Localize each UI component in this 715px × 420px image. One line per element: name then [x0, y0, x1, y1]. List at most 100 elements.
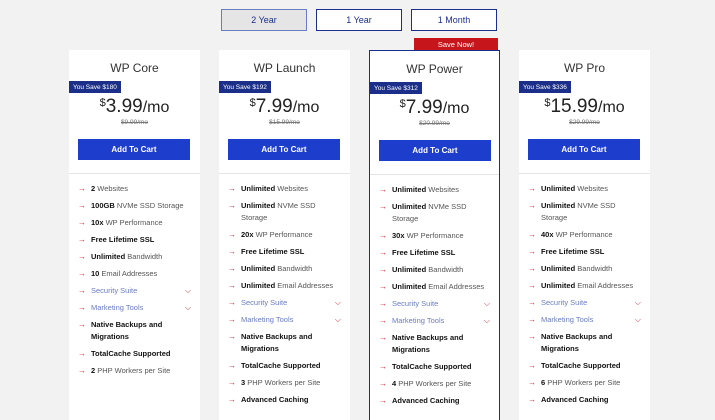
arrow-right-icon: → [379, 248, 387, 257]
feature-item: → TotalCache Supported [228, 360, 341, 372]
feature-item: → 30x WP Performance [379, 230, 490, 242]
feature-list: → Unlimited Websites → Unlimited NVMe SSD S… [228, 183, 341, 411]
feature-highlight: Advanced Caching [241, 395, 309, 404]
arrow-right-icon: → [228, 315, 236, 324]
feature-toggle-label: Security Suite [241, 298, 288, 307]
arrow-right-icon: → [78, 201, 86, 210]
feature-highlight: Native Backups and Migrations [241, 332, 313, 353]
feature-item: → Advanced Caching [228, 394, 341, 406]
feature-highlight: 20x [241, 230, 254, 239]
arrow-right-icon: → [228, 247, 236, 256]
arrow-right-icon: → [379, 231, 387, 240]
feature-item: → Unlimited Websites [528, 183, 641, 195]
add-to-cart-button[interactable]: Add To Cart [78, 139, 190, 160]
feature-highlight: Unlimited [241, 201, 276, 210]
feature-toggle[interactable]: → Security Suite ⌵ [228, 297, 341, 309]
feature-item: → Unlimited Email Addresses [379, 281, 490, 293]
arrow-right-icon: → [78, 235, 86, 244]
arrow-right-icon: → [379, 362, 387, 371]
arrow-right-icon: → [528, 315, 536, 324]
arrow-right-icon: → [228, 332, 236, 341]
feature-toggle[interactable]: → Marketing Tools ⌵ [228, 314, 341, 326]
arrow-right-icon: → [228, 281, 236, 290]
feature-highlight: 30x [392, 231, 405, 240]
feature-item: → Native Backups and Migrations [528, 331, 641, 355]
plan-card: WP Launch You Save $192 $7.99/mo $15.99/… [219, 50, 350, 420]
feature-item: → 2 PHP Workers per Site [78, 365, 191, 377]
arrow-right-icon: → [78, 366, 86, 375]
arrow-right-icon: → [228, 378, 236, 387]
arrow-right-icon: → [379, 379, 387, 388]
feature-highlight: Unlimited [392, 185, 427, 194]
feature-item: → Native Backups and Migrations [379, 332, 490, 356]
feature-toggle-label: Marketing Tools [91, 303, 144, 312]
feature-item: → 6 PHP Workers per Site [528, 377, 641, 389]
feature-highlight: TotalCache Supported [241, 361, 321, 370]
feature-item: → 10x WP Performance [78, 217, 191, 229]
feature-item: → Free Lifetime SSL [528, 246, 641, 258]
arrow-right-icon: → [228, 264, 236, 273]
arrow-right-icon: → [78, 269, 86, 278]
arrow-right-icon: → [379, 299, 387, 308]
chevron-down-icon[interactable]: ⌵ [484, 298, 490, 310]
plan-card: WP Power You Save $312 $7.99/mo $20.99/m… [369, 50, 500, 420]
feature-highlight: 40x [541, 230, 554, 239]
feature-toggle[interactable]: → Security Suite ⌵ [528, 297, 641, 309]
feature-toggle[interactable]: → Marketing Tools ⌵ [78, 302, 191, 314]
add-to-cart-button[interactable]: Add To Cart [528, 139, 640, 160]
feature-item: → Unlimited NVMe SSD Storage [228, 200, 341, 224]
add-to-cart-button[interactable]: Add To Cart [379, 140, 491, 161]
feature-highlight: Native Backups and Migrations [541, 332, 613, 353]
term-tabs: 2 Year 1 Year 1 Month [221, 9, 506, 31]
feature-toggle-label: Marketing Tools [241, 315, 294, 324]
feature-text: Websites [95, 184, 128, 193]
chevron-down-icon[interactable]: ⌵ [335, 297, 341, 309]
feature-text: Bandwidth [575, 264, 613, 273]
feature-toggle-label: Marketing Tools [392, 316, 445, 325]
feature-text: Email Addresses [575, 281, 634, 290]
feature-highlight: Unlimited [392, 265, 427, 274]
feature-highlight: Advanced Caching [392, 396, 460, 405]
term-tab-2-year[interactable]: 2 Year [221, 9, 307, 31]
feature-item: → 20x WP Performance [228, 229, 341, 241]
feature-text: Websites [575, 184, 608, 193]
arrow-right-icon: → [78, 349, 86, 358]
feature-highlight: Free Lifetime SSL [241, 247, 305, 256]
feature-toggle-label: Security Suite [91, 286, 138, 295]
term-tab-1-year[interactable]: 1 Year [316, 9, 402, 31]
feature-toggle[interactable]: → Security Suite ⌵ [78, 285, 191, 297]
chevron-down-icon[interactable]: ⌵ [635, 297, 641, 309]
arrow-right-icon: → [379, 316, 387, 325]
feature-item: → 3 PHP Workers per Site [228, 377, 341, 389]
feature-item: → Unlimited NVMe SSD Storage [379, 201, 490, 225]
feature-list: → 2 Websites → 100GB NVMe SSD Storage → 10x W… [78, 183, 191, 382]
feature-toggle[interactable]: → Security Suite ⌵ [379, 298, 490, 310]
chevron-down-icon[interactable]: ⌵ [185, 285, 191, 297]
feature-toggle[interactable]: → Marketing Tools ⌵ [379, 315, 490, 327]
feature-highlight: Unlimited [241, 184, 276, 193]
term-tab-1-month[interactable]: 1 Month [411, 9, 497, 31]
feature-text: Websites [275, 184, 308, 193]
divider [219, 173, 350, 174]
you-save-badge: You Save $180 [69, 81, 121, 93]
feature-text: Bandwidth [125, 252, 163, 261]
price-amount: 15.99 [550, 96, 598, 117]
chevron-down-icon[interactable]: ⌵ [484, 315, 490, 327]
divider [370, 174, 499, 175]
feature-item: → 2 Websites [78, 183, 191, 195]
price: $7.99/mo [219, 96, 350, 118]
old-price: $20.99/mo [419, 120, 450, 127]
chevron-down-icon[interactable]: ⌵ [335, 314, 341, 326]
feature-item: → Free Lifetime SSL [78, 234, 191, 246]
arrow-right-icon: → [528, 247, 536, 256]
feature-toggle-label: Marketing Tools [541, 315, 594, 324]
add-to-cart-button[interactable]: Add To Cart [228, 139, 340, 160]
feature-toggle[interactable]: → Marketing Tools ⌵ [528, 314, 641, 326]
price-currency: $ [249, 97, 256, 109]
chevron-down-icon[interactable]: ⌵ [635, 314, 641, 326]
feature-text: PHP Workers per Site [545, 378, 621, 387]
feature-text: PHP Workers per Site [245, 378, 321, 387]
chevron-down-icon[interactable]: ⌵ [185, 302, 191, 314]
feature-highlight: Advanced Caching [541, 395, 609, 404]
arrow-right-icon: → [528, 201, 536, 210]
